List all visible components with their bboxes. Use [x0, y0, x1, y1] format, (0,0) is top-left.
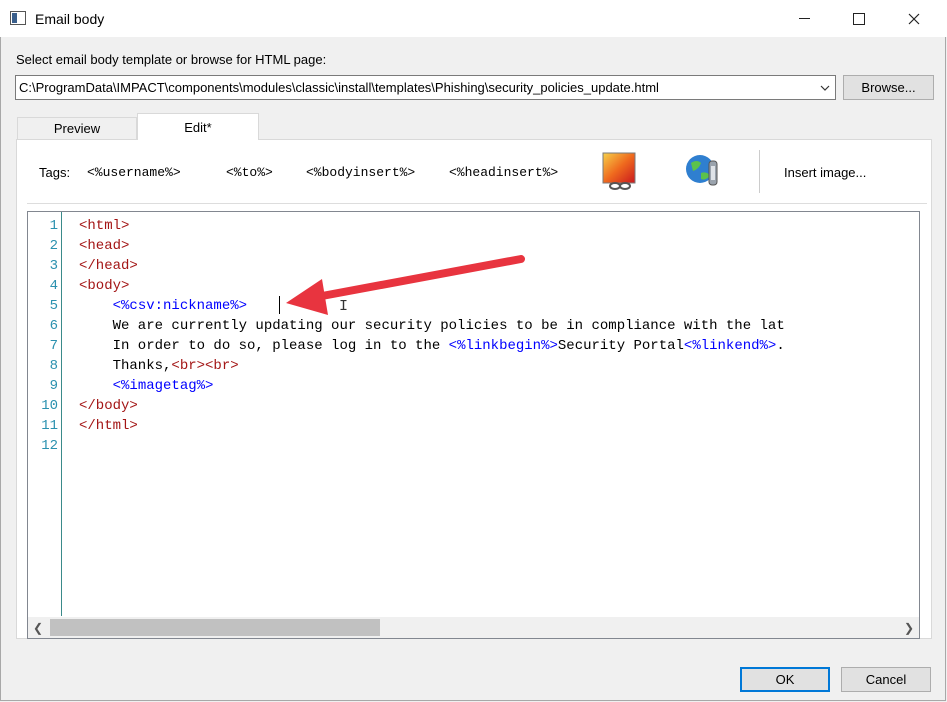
scrollbar-thumb[interactable] [50, 619, 380, 636]
line-number: 5 [49, 298, 58, 314]
minimize-button[interactable] [781, 0, 827, 37]
image-link-icon[interactable] [601, 151, 641, 191]
html-tag-token: <html> [79, 218, 130, 234]
globe-link-icon[interactable] [683, 151, 723, 191]
ibeam-cursor-icon: I [339, 298, 349, 315]
html-tag-token: </head> [79, 258, 138, 274]
line-number: 11 [41, 418, 58, 434]
insert-image-button[interactable]: Insert image... [784, 165, 866, 180]
line-number: 2 [49, 238, 58, 254]
code-line: <head> [79, 236, 129, 256]
text-caret [279, 296, 280, 314]
tag-to[interactable]: <%to%> [226, 165, 273, 180]
text-token: . [776, 338, 785, 354]
browse-button[interactable]: Browse... [843, 75, 934, 100]
code-line: </html> [79, 416, 138, 436]
code-line: In order to do so, please log in to the … [79, 336, 785, 356]
template-path-value: C:\ProgramData\IMPACT\components\modules… [19, 80, 659, 95]
text-token: Thanks, [79, 358, 172, 374]
code-line: </body> [79, 396, 138, 416]
close-icon [908, 13, 920, 24]
maximize-button[interactable] [836, 0, 882, 37]
placeholder-token: <%linkend%> [683, 338, 777, 354]
title-bar: Email body [0, 0, 947, 37]
code-line: <%imagetag%> [79, 376, 214, 396]
line-number: 3 [49, 258, 58, 274]
close-button[interactable] [891, 0, 937, 37]
template-path-combobox[interactable]: C:\ProgramData\IMPACT\components\modules… [15, 75, 836, 100]
line-number: 4 [49, 278, 58, 294]
code-line: <body> [79, 276, 129, 296]
tag-headinsert[interactable]: <%headinsert%> [449, 165, 558, 180]
tag-username[interactable]: <%username%> [87, 165, 181, 180]
app-window-icon [10, 11, 26, 25]
html-tag-token: <head> [79, 238, 130, 254]
scroll-left-icon[interactable]: ❮ [28, 617, 48, 638]
line-number: 12 [41, 438, 58, 454]
text-token: In order to do so, please log in to the [79, 338, 449, 354]
html-tag-token: </body> [79, 398, 138, 414]
toolbar-divider [27, 203, 927, 204]
window-title: Email body [35, 11, 105, 27]
line-number: 9 [49, 378, 58, 394]
toolbar-separator [759, 150, 760, 193]
code-editor[interactable] [27, 211, 920, 639]
scroll-right-icon[interactable]: ❯ [899, 617, 919, 638]
maximize-icon [853, 12, 865, 25]
ok-button[interactable]: OK [740, 667, 830, 692]
line-number: 1 [49, 218, 58, 234]
placeholder-token: <%imagetag%> [112, 378, 214, 394]
placeholder-token: <%linkbegin%> [448, 338, 558, 354]
code-line: Thanks,<br><br> [79, 356, 239, 376]
code-line: <html> [79, 216, 129, 236]
code-line: We are currently updating our security p… [79, 316, 785, 336]
horizontal-scrollbar[interactable]: ❮ ❯ [28, 617, 919, 638]
line-number: 7 [49, 338, 58, 354]
text-token: Security Portal [557, 338, 684, 354]
text-token: We are currently updating our security p… [79, 318, 785, 334]
tag-bodyinsert[interactable]: <%bodyinsert%> [306, 165, 415, 180]
html-tag-token: <body> [79, 278, 130, 294]
html-tag-token: <br><br> [171, 358, 239, 374]
chevron-down-icon[interactable] [815, 76, 835, 99]
line-number: 8 [49, 358, 58, 374]
tab-edit[interactable]: Edit* [137, 113, 259, 140]
code-line: </head> [79, 256, 138, 276]
template-label: Select email body template or browse for… [16, 52, 327, 67]
placeholder-token: <%csv:nickname%> [112, 298, 248, 314]
line-number: 10 [41, 398, 58, 414]
line-number: 6 [49, 318, 58, 334]
html-tag-token: </html> [79, 418, 138, 434]
tags-label: Tags: [39, 165, 71, 180]
minimize-icon [798, 18, 810, 19]
cancel-button[interactable]: Cancel [841, 667, 931, 692]
tab-preview[interactable]: Preview [17, 117, 137, 139]
code-line: <%csv:nickname%> [79, 296, 247, 316]
